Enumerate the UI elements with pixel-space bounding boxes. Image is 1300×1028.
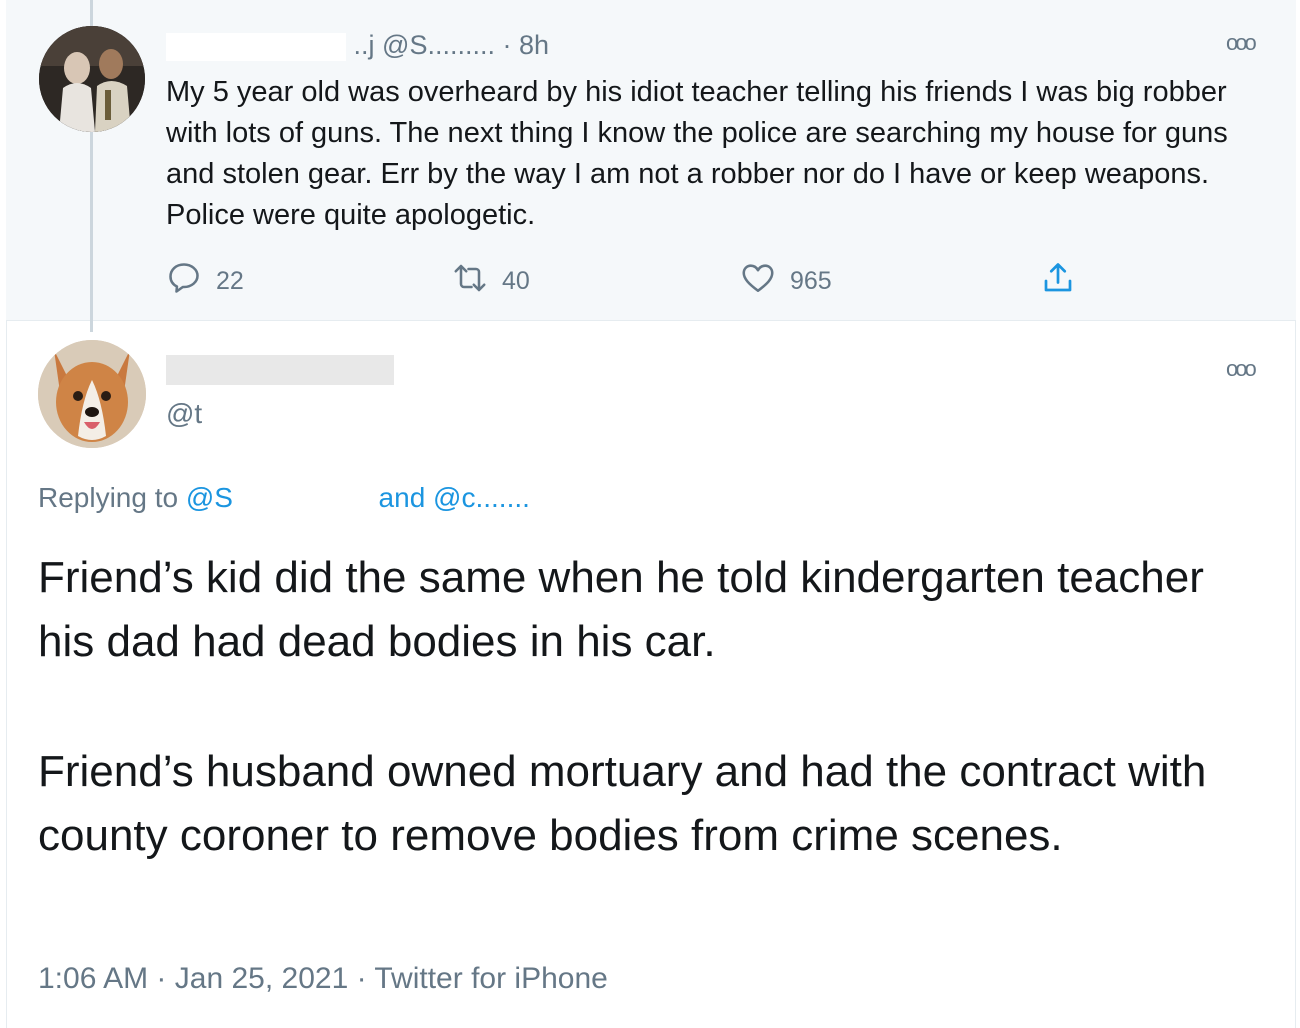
tweet-timestamp: 1:06 AM · Jan 25, 2021 · Twitter for iPh… <box>38 962 608 996</box>
replying-user-link[interactable]: @S <box>186 482 233 513</box>
reply-author-handle[interactable]: @t <box>166 398 202 430</box>
redacted-handle <box>240 485 371 514</box>
replying-prefix: Replying to <box>38 482 179 513</box>
footer-separator: · <box>156 962 167 995</box>
tweet-source[interactable]: Twitter for iPhone <box>374 962 607 995</box>
retweet-count: 40 <box>502 267 530 295</box>
reply-tweet-paragraph: Friend’s kid did the same when he told k… <box>38 553 1204 666</box>
reply-button[interactable]: 22 <box>166 260 244 303</box>
parent-time[interactable]: 8h <box>519 30 549 60</box>
replying-to: Replying to @S and @c....... <box>38 482 530 514</box>
thread-connector <box>90 132 93 332</box>
retweet-icon <box>452 260 488 303</box>
more-icon[interactable]: ooo <box>1226 30 1257 56</box>
replying-user-link[interactable]: @c....... <box>433 482 530 513</box>
parent-name-fragment: ..j <box>353 30 375 60</box>
parent-avatar[interactable] <box>39 26 145 132</box>
parent-action-bar: 22 40 965 <box>0 260 1300 300</box>
redacted-name <box>166 32 346 61</box>
footer-separator: · <box>356 962 367 995</box>
like-count: 965 <box>790 267 832 295</box>
parent-handle[interactable]: @S......... <box>382 30 495 60</box>
replying-and: and <box>378 482 426 513</box>
thread-connector-top <box>90 0 93 26</box>
like-button[interactable]: 965 <box>740 260 832 303</box>
share-button[interactable] <box>1040 260 1076 303</box>
more-icon[interactable]: ooo <box>1226 356 1257 382</box>
tweet-date[interactable]: Jan 25, 2021 <box>175 962 348 995</box>
redacted-name <box>166 354 394 385</box>
share-icon <box>1040 260 1076 303</box>
reply-tweet-paragraph: Friend’s husband owned mortuary and had … <box>38 747 1207 860</box>
heart-icon <box>740 260 776 303</box>
reply-author-name[interactable] <box>166 352 394 385</box>
parent-tweet-text: My 5 year old was overheard by his idiot… <box>166 76 1228 231</box>
reply-count: 22 <box>216 267 244 295</box>
reply-icon <box>166 260 202 303</box>
meta-separator: · <box>502 30 512 60</box>
tweet-time[interactable]: 1:06 AM <box>38 962 148 995</box>
parent-meta: ..j @S......... · 8h <box>166 30 549 61</box>
retweet-button[interactable]: 40 <box>452 260 530 303</box>
reply-avatar[interactable] <box>38 340 146 448</box>
